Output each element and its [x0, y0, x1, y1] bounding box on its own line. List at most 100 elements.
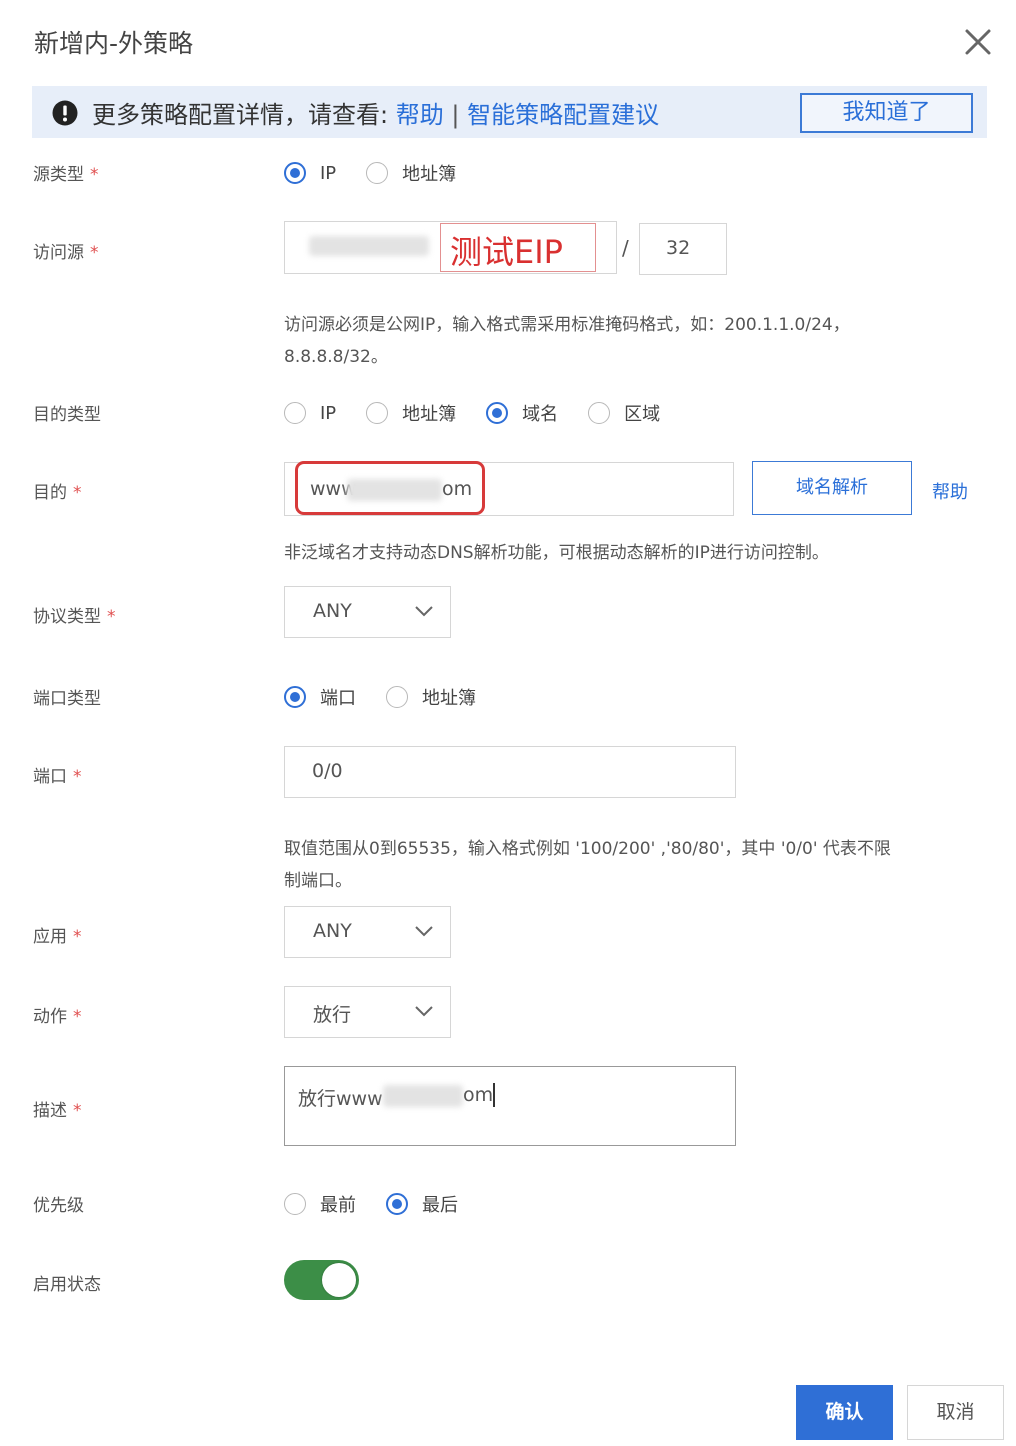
radio-label: 区域 [624, 404, 661, 425]
radio-port-address-book[interactable]: 地址簿 [386, 684, 476, 710]
text-caret [493, 1083, 495, 1107]
radio-priority-last[interactable]: 最后 [386, 1191, 458, 1217]
status-label: 启用状态 [33, 1270, 101, 1295]
source-type-radio-group: IP 地址簿 [284, 160, 486, 186]
port-type-radio-group: 端口 地址簿 [284, 684, 506, 710]
source-hint-line1: 访问源必须是公网IP，输入格式需采用标准掩码格式，如：200.1.1.0/24， [284, 315, 850, 335]
required-mark: * [73, 1007, 82, 1027]
mask-separator: / [622, 236, 629, 260]
dest-type-label-text: 目的类型 [33, 405, 101, 425]
protocol-select[interactable]: ANY [284, 586, 451, 638]
priority-label-text: 优先级 [33, 1196, 84, 1216]
banner-separator: | [451, 101, 460, 129]
port-input[interactable]: 0/0 [284, 746, 736, 798]
action-label-text: 动作 [33, 1007, 67, 1027]
radio-priority-first[interactable]: 最前 [284, 1191, 356, 1217]
required-mark: * [107, 607, 116, 627]
source-hint: 访问源必须是公网IP，输入格式需采用标准掩码格式，如：200.1.1.0/24，… [284, 309, 850, 373]
radio-label: 地址簿 [422, 688, 476, 709]
source-type-label-text: 源类型 [33, 165, 84, 185]
radio-unchecked-icon [366, 162, 389, 184]
application-select[interactable]: ANY [284, 906, 451, 958]
radio-dest-domain[interactable]: 域名 [486, 400, 558, 426]
mask-input[interactable]: 32 [639, 223, 727, 275]
smart-suggestion-link[interactable]: 智能策略配置建议 [467, 101, 659, 129]
redacted-domain [347, 479, 442, 501]
radio-checked-icon [284, 162, 306, 184]
radio-source-ip[interactable]: IP [284, 162, 336, 184]
port-hint: 取值范围从0到65535，输入格式例如 '100/200' ,'80/80'，其… [284, 833, 891, 897]
status-toggle[interactable] [284, 1260, 359, 1300]
dialog-title: 新增内-外策略 [34, 29, 194, 58]
acknowledge-button[interactable]: 我知道了 [800, 93, 973, 133]
action-select[interactable]: 放行 [284, 986, 451, 1038]
application-label: 应用 * [33, 922, 82, 947]
description-value-suffix: om [463, 1084, 494, 1106]
dest-label-text: 目的 [33, 483, 67, 503]
dest-type-label: 目的类型 [33, 400, 101, 425]
application-value: ANY [313, 920, 352, 942]
close-icon[interactable] [962, 26, 994, 58]
source-label-text: 访问源 [33, 243, 84, 263]
port-value: 0/0 [312, 760, 343, 782]
required-mark: * [90, 243, 99, 263]
radio-label: 域名 [522, 404, 559, 425]
chevron-down-icon [415, 1006, 433, 1017]
required-mark: * [90, 165, 99, 185]
radio-label: 地址簿 [402, 404, 457, 425]
status-label-text: 启用状态 [33, 1275, 101, 1295]
required-mark: * [73, 1101, 82, 1121]
radio-dest-ip[interactable]: IP [284, 402, 336, 424]
help-link[interactable]: 帮助 [396, 101, 444, 129]
source-ip-input[interactable]: 测试EIP [284, 221, 617, 274]
port-hint-line1: 取值范围从0到65535，输入格式例如 '100/200' ,'80/80'，其… [284, 839, 891, 859]
radio-unchecked-icon [588, 402, 611, 424]
priority-label: 优先级 [33, 1191, 84, 1216]
action-label: 动作 * [33, 1002, 82, 1027]
description-label: 描述 * [33, 1096, 82, 1121]
port-hint-line2: 制端口。 [284, 871, 352, 891]
dest-help-link[interactable]: 帮助 [932, 478, 968, 504]
radio-label: IP [320, 402, 337, 424]
description-value-prefix: 放行www [298, 1088, 383, 1110]
confirm-button[interactable]: 确认 [796, 1385, 893, 1440]
radio-label: IP [320, 162, 337, 184]
redacted-domain [383, 1085, 463, 1107]
radio-label: 最后 [422, 1195, 458, 1216]
required-mark: * [73, 767, 82, 787]
description-textarea[interactable]: 放行www om [284, 1066, 736, 1146]
chevron-down-icon [415, 606, 433, 617]
radio-unchecked-icon [366, 402, 389, 424]
protocol-label: 协议类型 * [33, 602, 116, 627]
port-label-text: 端口 [33, 767, 67, 787]
dest-type-radio-group: IP 地址簿 域名 区域 [284, 400, 690, 426]
redacted-ip [309, 236, 429, 256]
dest-value-suffix: om [442, 478, 473, 500]
source-type-label: 源类型 * [33, 160, 99, 185]
radio-unchecked-icon [284, 402, 306, 424]
banner-message: 更多策略配置详情，请查看: [92, 101, 389, 129]
radio-checked-icon [486, 402, 509, 424]
radio-checked-icon [284, 686, 306, 708]
info-icon [52, 100, 78, 126]
mask-value: 32 [666, 237, 691, 259]
port-type-label: 端口类型 [33, 684, 101, 709]
required-mark: * [73, 483, 82, 503]
domain-resolve-button[interactable]: 域名解析 [752, 461, 912, 515]
cancel-button[interactable]: 取消 [907, 1385, 1004, 1440]
priority-radio-group: 最前 最后 [284, 1191, 488, 1217]
banner-text: 更多策略配置详情，请查看: 帮助 | 智能策略配置建议 [92, 95, 659, 130]
radio-label: 端口 [320, 688, 356, 709]
radio-dest-region[interactable]: 区域 [588, 400, 660, 426]
dest-domain-input[interactable]: www om [284, 461, 734, 516]
source-label: 访问源 * [33, 238, 99, 263]
test-eip-annotation-box: 测试EIP [440, 223, 596, 272]
action-value: 放行 [313, 1004, 352, 1026]
dest-label: 目的 * [33, 478, 82, 503]
radio-checked-icon [386, 1193, 408, 1215]
radio-unchecked-icon [386, 686, 408, 708]
radio-port[interactable]: 端口 [284, 684, 356, 710]
info-banner: 更多策略配置详情，请查看: 帮助 | 智能策略配置建议 我知道了 [32, 86, 987, 138]
radio-source-address-book[interactable]: 地址簿 [366, 160, 456, 186]
radio-dest-address-book[interactable]: 地址簿 [366, 400, 456, 426]
